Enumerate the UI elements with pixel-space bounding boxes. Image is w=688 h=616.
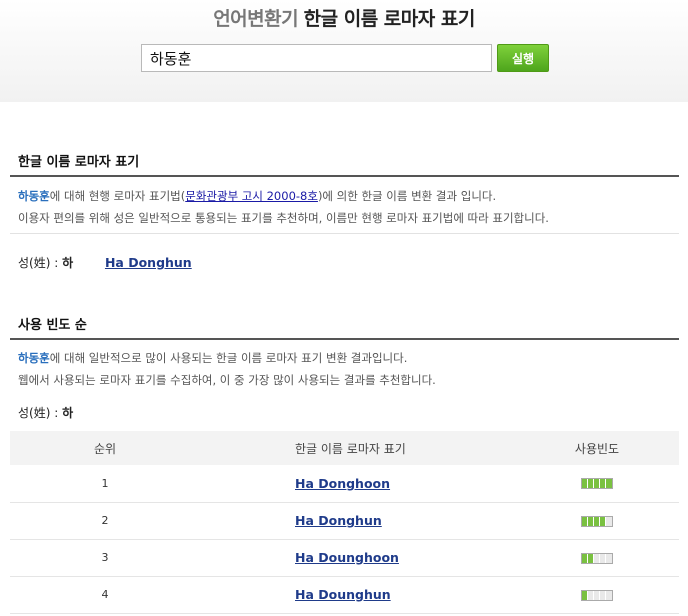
description-text: 에 대해 현행 로마자 표기법( bbox=[49, 189, 186, 203]
section-title-romanization: 한글 이름 로마자 표기 bbox=[18, 155, 140, 170]
frequency-segment bbox=[606, 553, 612, 563]
result-link[interactable]: Ha Donghun bbox=[105, 255, 192, 270]
description-line: 웹에서 사용되는 로마자 표기를 수집하여, 이 중 가장 많이 사용되는 결과… bbox=[18, 373, 436, 387]
table-header-row: 순위 한글 이름 로마자 표기 사용빈도 bbox=[10, 431, 679, 465]
regulation-link[interactable]: 문화관광부 고시 2000-8호 bbox=[185, 189, 318, 203]
surname-value: 하 bbox=[62, 406, 74, 420]
description-line: 이용자 편의를 위해 성은 일반적으로 통용되는 표기를 추천하며, 이름만 현… bbox=[18, 211, 549, 225]
header-romanization: 한글 이름 로마자 표기 bbox=[200, 431, 515, 465]
frequency-cell bbox=[515, 576, 679, 614]
frequency-bar bbox=[581, 515, 613, 527]
search-input[interactable] bbox=[141, 44, 492, 72]
run-button[interactable]: 실행 bbox=[497, 44, 549, 72]
section-title-frequency: 사용 빈도 순 bbox=[18, 318, 87, 333]
section-divider bbox=[10, 338, 679, 340]
header-area: 언어변환기 한글 이름 로마자 표기 실행 bbox=[0, 0, 688, 102]
frequency-table: 순위 한글 이름 로마자 표기 사용빈도 1 Ha Donghoon 2 Ha Don… bbox=[10, 431, 679, 614]
surname-label: 성(姓) : bbox=[18, 256, 63, 270]
description-line: 하동훈에 대해 일반적으로 많이 사용되는 한글 이름 로마자 표기 변환 결과… bbox=[18, 350, 407, 366]
frequency-cell bbox=[515, 502, 679, 540]
table-row: 4 Ha Dounghun bbox=[10, 576, 679, 614]
name-cell: Ha Donghoon bbox=[200, 465, 515, 503]
surname-value: 하 bbox=[62, 256, 74, 270]
rank-cell: 3 bbox=[10, 539, 200, 577]
frequency-cell bbox=[515, 539, 679, 577]
page-title: 언어변환기 한글 이름 로마자 표기 bbox=[0, 4, 688, 31]
romanization-link[interactable]: Ha Dounghoon bbox=[295, 550, 399, 565]
table-row: 1 Ha Donghoon bbox=[10, 465, 679, 503]
surname-label: 성(姓) : bbox=[18, 406, 63, 420]
table-row: 2 Ha Donghun bbox=[10, 502, 679, 540]
description-text: 에 대해 일반적으로 많이 사용되는 한글 이름 로마자 표기 변환 결과입니다… bbox=[49, 351, 408, 365]
description-line: 하동훈에 대해 현행 로마자 표기법(문화관광부 고시 2000-8호)에 의한… bbox=[18, 188, 496, 204]
header-rank: 순위 bbox=[10, 431, 200, 465]
title-strong: 한글 이름 로마자 표기 bbox=[303, 8, 476, 30]
input-name: 하동훈 bbox=[18, 351, 50, 365]
rank-cell: 2 bbox=[10, 502, 200, 540]
frequency-cell bbox=[515, 465, 679, 503]
divider bbox=[10, 233, 679, 234]
rank-cell: 1 bbox=[10, 465, 200, 503]
header-frequency: 사용빈도 bbox=[515, 431, 679, 465]
frequency-segment bbox=[606, 479, 612, 489]
title-light: 언어변환기 bbox=[213, 8, 299, 30]
surname-row: 성(姓) : 하 bbox=[18, 404, 73, 421]
frequency-segment bbox=[606, 590, 612, 600]
frequency-segment bbox=[606, 516, 612, 526]
frequency-bar bbox=[581, 552, 613, 564]
frequency-bar bbox=[581, 478, 613, 490]
table-row: 3 Ha Dounghoon bbox=[10, 539, 679, 577]
frequency-bar bbox=[581, 589, 613, 601]
name-cell: Ha Donghun bbox=[200, 502, 515, 540]
name-cell: Ha Dounghun bbox=[200, 576, 515, 614]
rank-cell: 4 bbox=[10, 576, 200, 614]
input-name: 하동훈 bbox=[18, 189, 50, 203]
search-row: 실행 bbox=[141, 44, 549, 72]
section-divider bbox=[10, 175, 679, 177]
surname-row: 성(姓) : 하 Ha Donghun bbox=[18, 254, 192, 271]
romanization-link[interactable]: Ha Donghun bbox=[295, 513, 382, 528]
romanization-link[interactable]: Ha Donghoon bbox=[295, 476, 390, 491]
name-cell: Ha Dounghoon bbox=[200, 539, 515, 577]
description-text: )에 의한 한글 이름 변환 결과 입니다. bbox=[317, 189, 497, 203]
romanization-link[interactable]: Ha Dounghun bbox=[295, 587, 391, 602]
